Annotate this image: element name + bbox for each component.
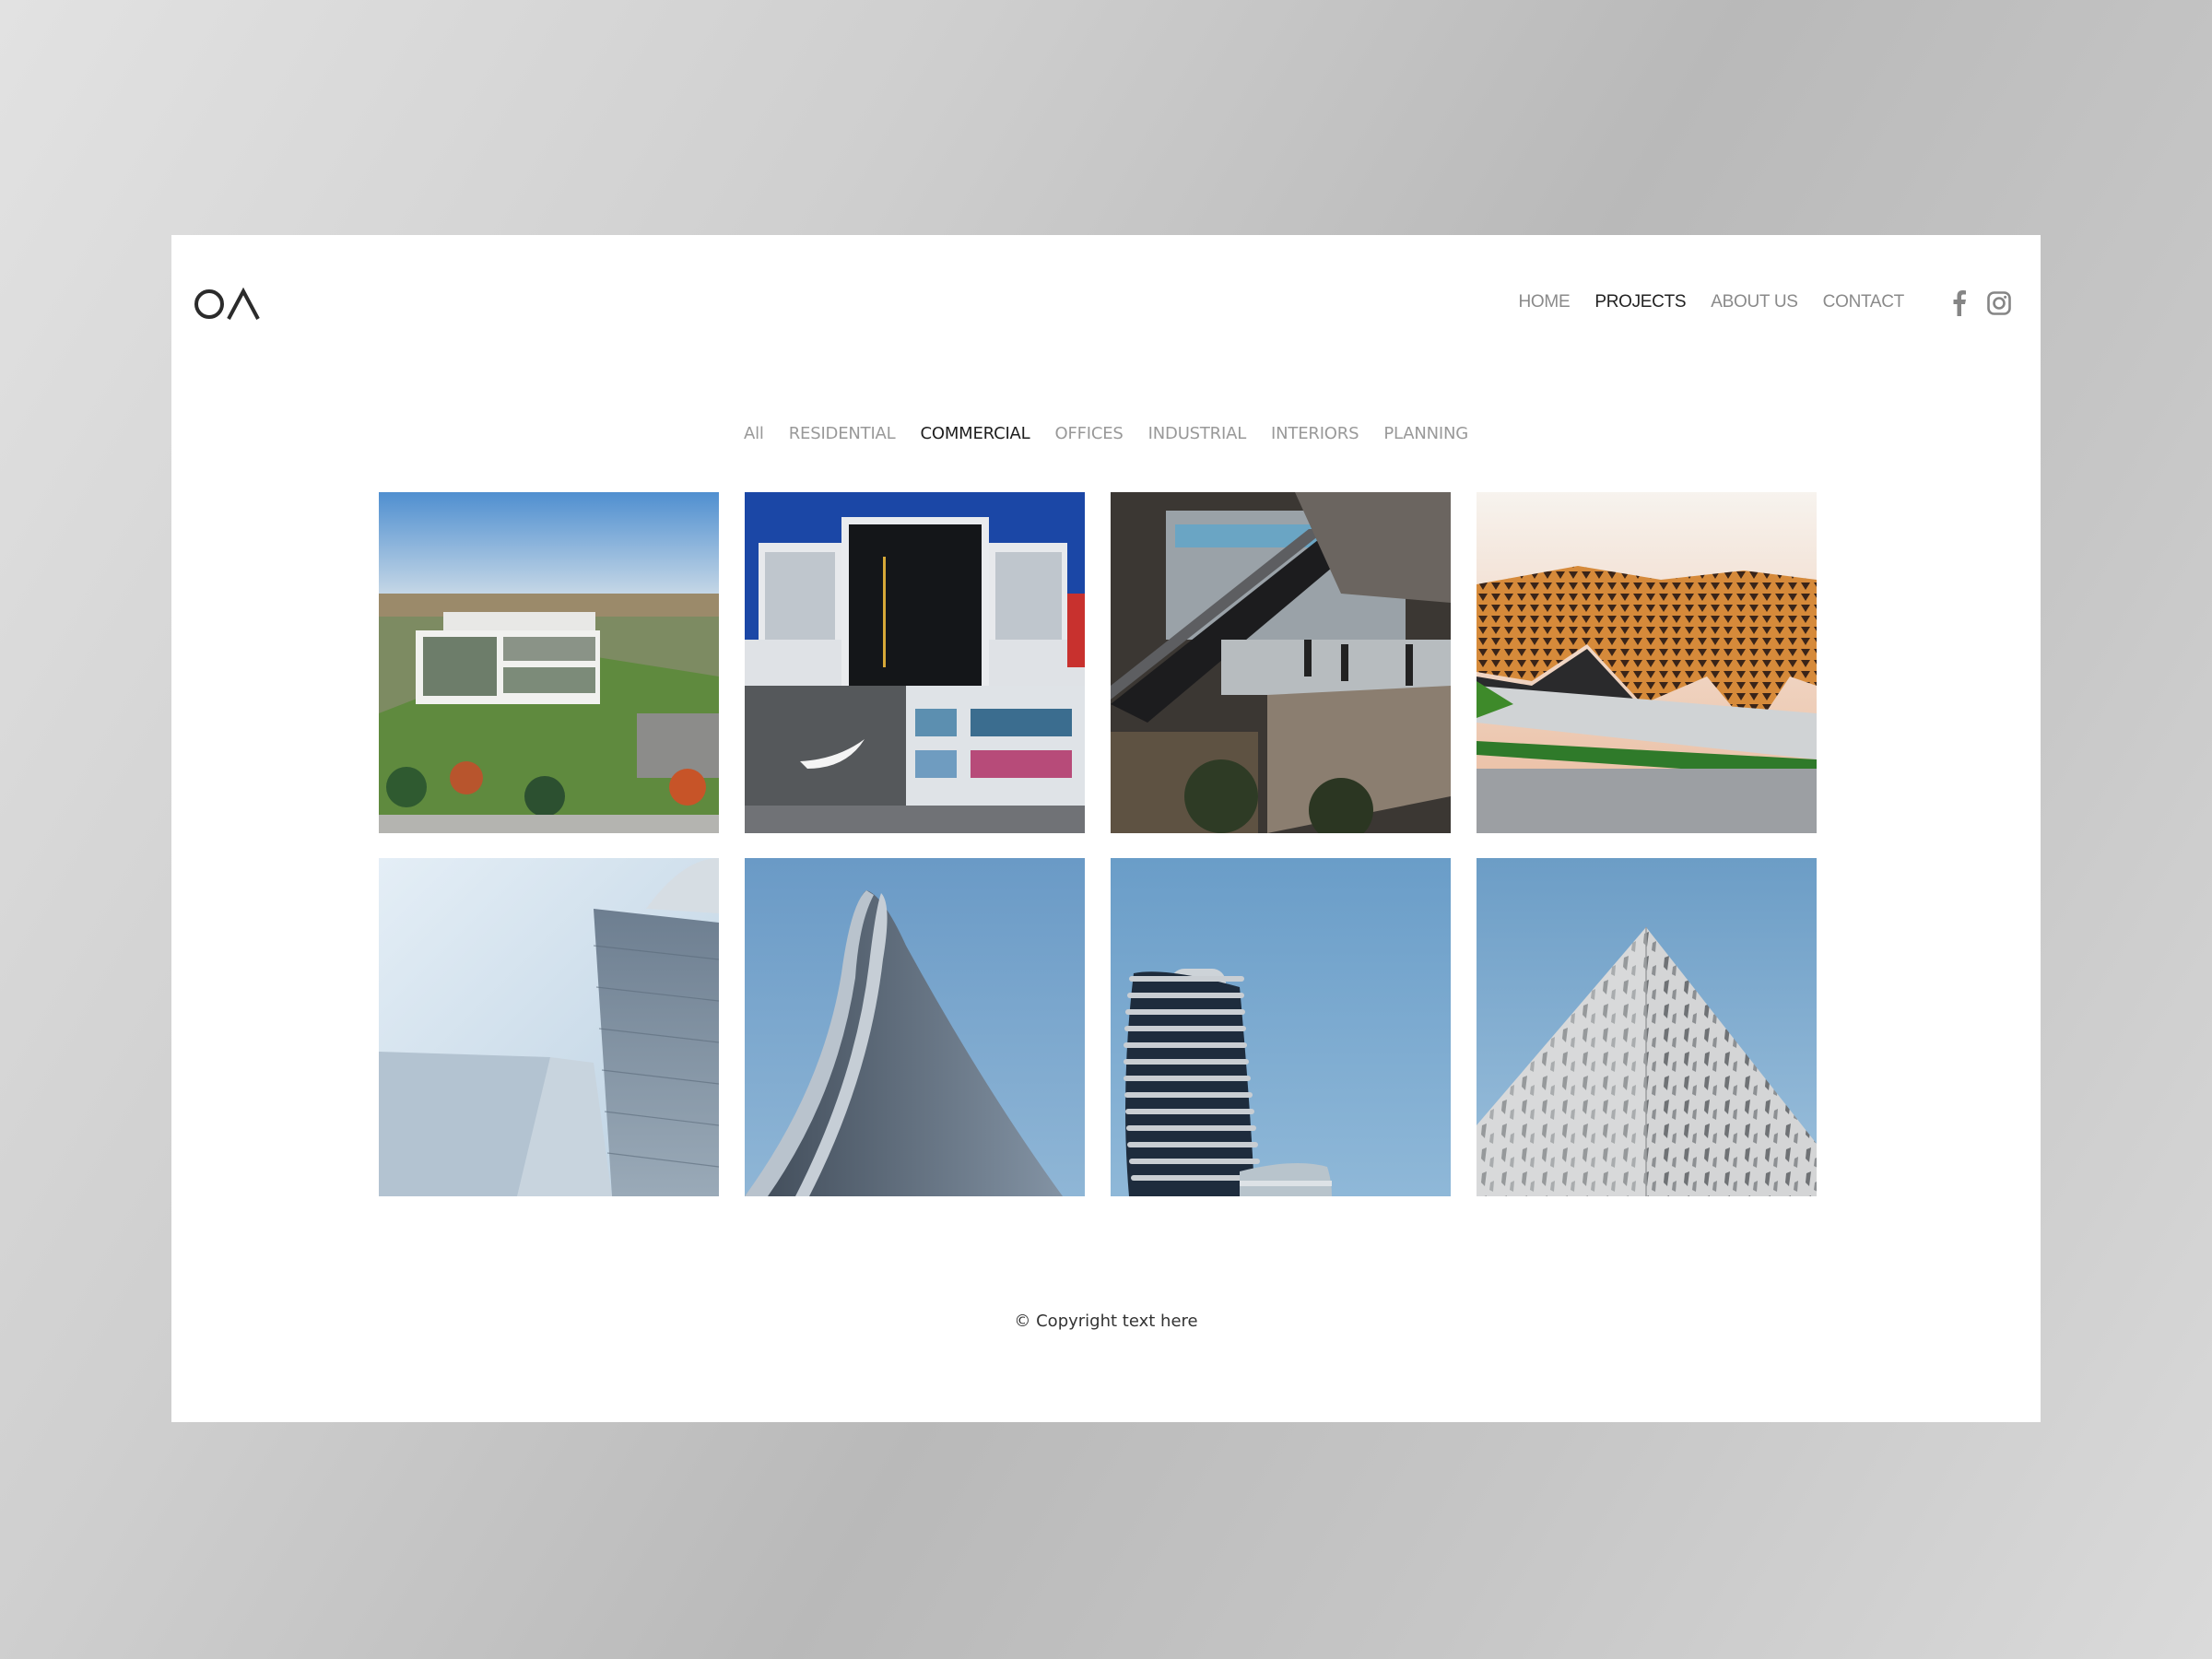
filter-industrial[interactable]: INDUSTRIAL xyxy=(1148,424,1247,443)
project-image-steel-facade xyxy=(379,858,719,1196)
project-tile[interactable] xyxy=(379,858,719,1196)
facebook-icon[interactable] xyxy=(1952,290,1967,316)
filter-residential[interactable]: RESIDENTIAL xyxy=(789,424,896,443)
project-tile[interactable] xyxy=(1477,858,1817,1196)
nav-contact[interactable]: CONTACT xyxy=(1823,292,1905,312)
nav-home[interactable]: HOME xyxy=(1519,292,1571,312)
project-tile[interactable] xyxy=(1111,492,1451,833)
filter-all[interactable]: All xyxy=(744,424,764,443)
project-tile[interactable] xyxy=(745,492,1085,833)
filter-commercial[interactable]: COMMERCIAL xyxy=(921,424,1030,443)
project-tile[interactable] xyxy=(1111,858,1451,1196)
filter-planning[interactable]: PLANNING xyxy=(1383,424,1468,443)
logo[interactable] xyxy=(194,286,264,323)
filter-offices[interactable]: OFFICES xyxy=(1055,424,1124,443)
project-image-mall-facade xyxy=(745,492,1085,833)
social-links xyxy=(1952,290,2011,316)
copyright-text: © Copyright text here xyxy=(1014,1312,1198,1331)
project-image-lattice-pavilion xyxy=(1477,492,1817,833)
project-image-mall-interior xyxy=(1111,492,1451,833)
category-filters: All RESIDENTIAL COMMERCIAL OFFICES INDUS… xyxy=(171,424,2041,443)
project-tile[interactable] xyxy=(379,492,719,833)
project-image-office-hill xyxy=(379,492,719,833)
nav-projects[interactable]: PROJECTS xyxy=(1594,292,1686,312)
project-image-twisting-tower xyxy=(745,858,1085,1196)
project-image-striped-tower xyxy=(1111,858,1451,1196)
instagram-icon[interactable] xyxy=(1987,291,2011,315)
filter-interiors[interactable]: INTERIORS xyxy=(1271,424,1359,443)
project-tile[interactable] xyxy=(745,858,1085,1196)
project-image-perforated-facade xyxy=(1477,858,1817,1196)
project-tile[interactable] xyxy=(1477,492,1817,833)
page-card: HOME PROJECTS ABOUT US CONTACT All RESID… xyxy=(171,235,2041,1422)
main-nav: HOME PROJECTS ABOUT US CONTACT xyxy=(1519,292,1905,312)
nav-about-us[interactable]: ABOUT US xyxy=(1711,292,1798,312)
project-grid xyxy=(379,492,1817,1196)
